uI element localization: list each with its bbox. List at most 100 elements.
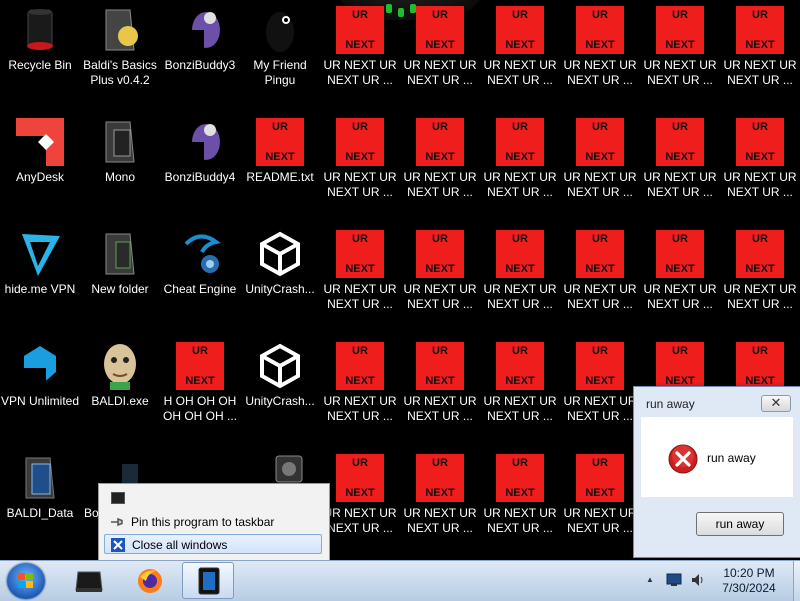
desktop-icon-new-folder[interactable]: New folder [80, 230, 160, 297]
desktop-icon-ur-next[interactable]: UR NEXT UR NEXT UR NEXT UR ... [480, 454, 560, 536]
ur-next-icon: URNEXT [736, 230, 784, 278]
ur-next-icon-text: UR [512, 121, 528, 133]
desktop-icon-baldis-basics[interactable]: Baldi's Basics Plus v0.4.2 [80, 6, 160, 88]
desktop-icon-ur-next[interactable]: UR NEXT UR NEXT UR NEXT UR ... [480, 6, 560, 88]
desktop-icon-recycle-bin[interactable]: Recycle Bin [0, 6, 80, 73]
taskbar-clock[interactable]: 10:20 PM 7/30/2024 [712, 566, 786, 596]
desktop-icon-label: UR NEXT UR NEXT UR ... [563, 394, 637, 423]
bonzibuddy-icon [176, 118, 224, 166]
desktop-icon-ur-next[interactable]: UR NEXT UR NEXT UR NEXT UR ... [480, 118, 560, 200]
desktop-icon-ur-next[interactable]: UR NEXT UR NEXT UR NEXT UR ... [640, 230, 720, 312]
ur-next-icon-text: UR [352, 9, 368, 21]
speaker-icon[interactable] [690, 572, 706, 593]
desktop-icon-ur-next[interactable]: UR NEXT UR NEXT UR NEXT UR ... [320, 342, 400, 424]
desktop-icon-my-friend-pingu[interactable]: My Friend Pingu [240, 6, 320, 88]
ur-next-icon: URNEXT [416, 230, 464, 278]
app-window-icon [111, 492, 125, 504]
desktop-icon-h-oh-oh[interactable]: UR NEXT H OH OH OH OH OH OH ... [160, 342, 240, 424]
desktop-icon-unitycrash-2[interactable]: UnityCrash... [240, 342, 320, 409]
dialog-close-button[interactable]: ✕ [761, 395, 791, 412]
desktop-icon-ur-next[interactable]: UR NEXT UR NEXT UR NEXT UR ... [480, 342, 560, 424]
desktop-icon-unitycrash-1[interactable]: UnityCrash... [240, 230, 320, 297]
ur-next-icon-text: NEXT [665, 263, 695, 275]
app-window-icon [198, 567, 220, 600]
desktop-icon-ur-next[interactable]: UR NEXT UR NEXT UR NEXT UR ... [320, 118, 400, 200]
taskbar-item-black-window[interactable] [62, 562, 114, 599]
clock-time: 10:20 PM [723, 566, 775, 580]
desktop-icon-ur-next[interactable]: UR NEXT UR NEXT UR NEXT UR ... [320, 230, 400, 312]
network-monitor-icon[interactable] [666, 572, 682, 593]
desktop-icon-ur-next[interactable]: UR NEXT UR NEXT UR NEXT UR ... [400, 230, 480, 312]
jumplist-close-all-windows[interactable]: Close all windows [104, 534, 322, 554]
desktop-icon-label: AnyDesk [15, 170, 65, 184]
desktop-icon-ur-next[interactable]: UR NEXT UR NEXT UR NEXT UR ... [320, 6, 400, 88]
ur-next-icon-text: UR [352, 121, 368, 133]
desktop-icon-ur-next[interactable]: UR NEXT UR NEXT UR NEXT UR ... [400, 6, 480, 88]
desktop-icon-ur-next[interactable]: UR NEXT UR NEXT UR NEXT UR ... [400, 454, 480, 536]
desktop-icon-bonzibuddy4[interactable]: BonziBuddy4 [160, 118, 240, 185]
desktop-icon-ur-next[interactable]: UR NEXT UR NEXT UR NEXT UR ... [560, 230, 640, 312]
ur-next-icon-text: UR [752, 233, 768, 245]
ur-next-icon: URNEXT [416, 118, 464, 166]
desktop-icon-mono[interactable]: Mono [80, 118, 160, 185]
desktop-icon-ur-next[interactable]: UR NEXT UR NEXT UR NEXT UR ... [400, 118, 480, 200]
ur-next-icon-text: NEXT [425, 263, 455, 275]
ur-next-icon-text: NEXT [345, 39, 375, 51]
ur-next-icon: URNEXT [656, 118, 704, 166]
desktop-icon-ur-next[interactable]: UR NEXT UR NEXT UR NEXT UR ... [720, 6, 800, 88]
desktop-icon-label: New folder [91, 282, 149, 296]
desktop-icon-label: VPN Unlimited [0, 394, 80, 408]
tray-overflow-arrow-icon[interactable]: ▲ [646, 575, 654, 584]
ur-next-icon: URNEXT [496, 6, 544, 54]
ur-next-icon-text: NEXT [585, 487, 615, 499]
desktop-icon-ur-next[interactable]: UR NEXT UR NEXT UR NEXT UR ... [720, 118, 800, 200]
taskbar-item-app-window[interactable] [182, 562, 234, 599]
desktop-icon-ur-next[interactable]: UR NEXT UR NEXT UR NEXT UR ... [480, 230, 560, 312]
vpn-icon [16, 230, 64, 278]
ur-next-icon-text: NEXT [665, 151, 695, 163]
desktop-icon-anydesk[interactable]: AnyDesk [0, 118, 80, 185]
show-desktop-button[interactable] [793, 561, 800, 601]
desktop-icon-ur-next[interactable]: UR NEXT UR NEXT UR NEXT UR ... [400, 342, 480, 424]
ur-next-icon: URNEXT [656, 342, 704, 390]
desktop-icon-readme[interactable]: UR NEXT README.txt [240, 118, 320, 185]
ur-next-icon-text: UR [512, 345, 528, 357]
folder-icon [96, 230, 144, 278]
ur-next-icon-text: NEXT [505, 263, 535, 275]
ur-next-icon-text: NEXT [265, 151, 295, 163]
ur-next-icon-text: UR [592, 457, 608, 469]
ur-next-icon: URNEXT [656, 6, 704, 54]
desktop-icon-baldi-exe[interactable]: BALDI.exe [80, 342, 160, 409]
ur-next-icon-text: NEXT [345, 375, 375, 387]
desktop-icon-ur-next[interactable]: UR NEXT UR NEXT UR NEXT UR ... [560, 454, 640, 536]
dialog-run-away-button[interactable]: run away [696, 512, 784, 536]
desktop-icon-ur-next[interactable]: UR NEXT UR NEXT UR NEXT UR ... [720, 230, 800, 312]
dialog-message: run away [707, 451, 756, 465]
desktop-icon-ur-next[interactable]: UR NEXT UR NEXT UR NEXT UR ... [640, 118, 720, 200]
ur-next-icon: URNEXT [576, 118, 624, 166]
desktop-icon-label: UR NEXT UR NEXT UR ... [643, 282, 717, 311]
close-window-icon [111, 538, 125, 552]
ur-next-icon-text: UR [432, 457, 448, 469]
desktop-icon-baldi-data[interactable]: BALDI_Data [0, 454, 80, 521]
bonzibuddy-icon [176, 6, 224, 54]
desktop-icon-cheat-engine[interactable]: Cheat Engine [160, 230, 240, 297]
desktop-icon-ur-next[interactable]: UR NEXT UR NEXT UR NEXT UR ... [320, 454, 400, 536]
desktop-icon-hideme-vpn[interactable]: hide.me VPN [0, 230, 80, 297]
ur-next-icon-text: UR [192, 345, 208, 357]
ur-next-icon-text: NEXT [425, 487, 455, 499]
desktop-icon-label: UR NEXT UR NEXT UR ... [723, 282, 797, 311]
desktop-icon-bonzibuddy3[interactable]: BonziBuddy3 [160, 6, 240, 73]
ur-next-icon-text: NEXT [345, 487, 375, 499]
desktop-icon-ur-next[interactable]: UR NEXT UR NEXT UR NEXT UR ... [640, 6, 720, 88]
start-button[interactable] [7, 563, 45, 599]
desktop-icon-label: UR NEXT UR NEXT UR ... [483, 394, 557, 423]
desktop-icon-ur-next[interactable]: UR NEXT UR NEXT UR NEXT UR ... [560, 118, 640, 200]
ur-next-icon-text: UR [672, 345, 688, 357]
desktop-icon-ur-next[interactable]: UR NEXT UR NEXT UR NEXT UR ... [560, 342, 640, 424]
desktop-icon-vpn-unlimited[interactable]: VPN Unlimited [0, 342, 80, 409]
ur-next-icon-text: NEXT [585, 151, 615, 163]
taskbar-item-firefox[interactable] [124, 562, 176, 599]
jumplist-pin-to-taskbar[interactable]: Pin this program to taskbar [104, 512, 322, 532]
desktop-icon-ur-next[interactable]: UR NEXT UR NEXT UR NEXT UR ... [560, 6, 640, 88]
